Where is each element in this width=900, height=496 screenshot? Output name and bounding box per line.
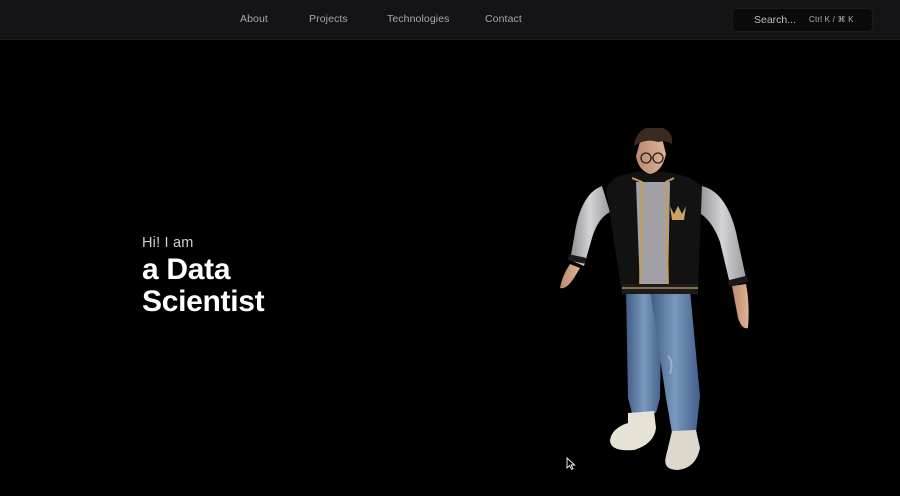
avatar-3d-character[interactable] (550, 128, 760, 474)
search-placeholder: Search... (754, 14, 797, 26)
nav-link-projects[interactable]: Projects (309, 13, 348, 25)
hero-text: Hi! I am a Data Scientist (142, 235, 292, 318)
mouse-pointer-icon (566, 457, 576, 470)
nav-link-contact[interactable]: Contact (485, 13, 522, 25)
nav-link-technologies[interactable]: Technologies (387, 13, 450, 25)
top-navbar: About Projects Technologies Contact Sear… (0, 0, 900, 40)
hero-title: a Data Scientist (142, 253, 265, 318)
search-shortcut-hint: Ctrl K / ⌘ K (809, 15, 854, 24)
nav-link-about[interactable]: About (240, 13, 268, 25)
search-button[interactable]: Search... Ctrl K / ⌘ K (732, 8, 873, 32)
hero-greeting: Hi! I am (142, 235, 194, 251)
